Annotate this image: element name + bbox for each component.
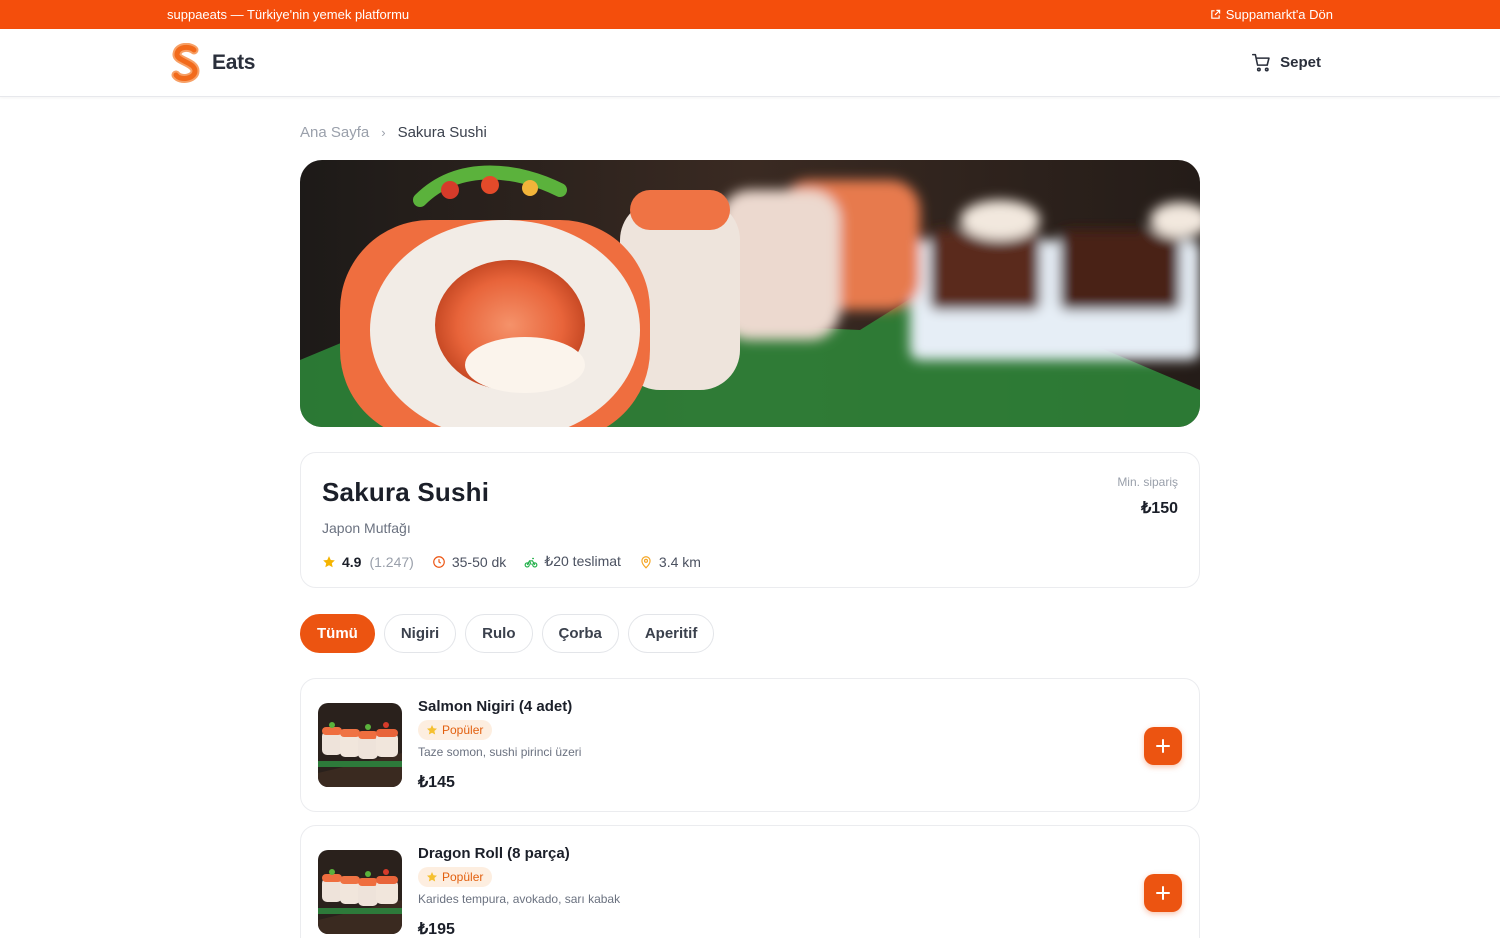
main-content: Ana Sayfa › Sakura Sushi Sakura Sushi Ja…: [300, 97, 1200, 938]
tab-aperitif[interactable]: Aperitif: [627, 614, 715, 653]
chevron-right-icon: ›: [381, 124, 386, 140]
tab-all[interactable]: Tümü: [300, 614, 375, 653]
brand-logo-link[interactable]: Eats: [170, 42, 256, 83]
restaurant-name: Sakura Sushi: [322, 477, 490, 507]
add-to-cart-button[interactable]: [1144, 874, 1182, 912]
menu-item-image: [318, 850, 402, 934]
popular-badge: Popüler: [418, 720, 493, 740]
back-link-label: Suppamarkt'a Dön: [1225, 7, 1333, 22]
external-link-icon: [1210, 9, 1220, 19]
star-icon: [427, 872, 437, 882]
menu-list: Salmon Nigiri (4 adet) Popüler Taze somo…: [300, 678, 1200, 938]
menu-item-image: [318, 703, 402, 787]
rating-value: 4.9: [342, 553, 362, 570]
cart-button[interactable]: Sepet: [1251, 52, 1321, 73]
plus-icon: [1156, 886, 1170, 900]
back-to-suppamarkt-link[interactable]: Suppamarkt'a Dön: [1210, 7, 1333, 22]
breadcrumb: Ana Sayfa › Sakura Sushi: [300, 97, 1200, 167]
clock-icon: [432, 555, 445, 568]
star-icon: [323, 555, 335, 567]
tab-corba[interactable]: Çorba: [541, 614, 619, 653]
breadcrumb-current: Sakura Sushi: [397, 123, 487, 141]
min-order-label: Min. sipariş: [1117, 475, 1178, 489]
menu-item-description: Karides tempura, avokado, sarı kabak: [418, 892, 621, 906]
restaurant-cuisine: Japon Mutfağı: [322, 520, 411, 536]
menu-item-price: ₺145: [418, 774, 455, 791]
popular-badge: Popüler: [418, 867, 493, 887]
restaurant-hero-image: [300, 160, 1200, 427]
distance-info: 3.4 km: [639, 554, 701, 570]
badge-label: Popüler: [442, 870, 484, 884]
menu-item-details: Dragon Roll (8 parça) Popüler Karides te…: [418, 845, 620, 938]
delivery-fee-info: ₺20 teslimat: [524, 553, 621, 570]
menu-item-details: Salmon Nigiri (4 adet) Popüler Taze somo…: [418, 698, 581, 792]
menu-item-price: ₺195: [418, 921, 455, 938]
rating-count: (1.247): [369, 553, 414, 570]
delivery-fee: ₺20 teslimat: [544, 553, 621, 569]
category-tabs: Tümü Nigiri Rulo Çorba Aperitif: [300, 614, 1200, 653]
restaurant-meta: 4.9 (1.247) 35-50 dk ₺20 teslimat 3.4 km: [322, 553, 1178, 570]
min-order-value: ₺150: [1141, 500, 1178, 517]
add-to-cart-button[interactable]: [1144, 727, 1182, 765]
top-announcement-bar: suppaeats — Türkiye'nin yemek platformu …: [0, 0, 1500, 29]
restaurant-info-card: Sakura Sushi Japon Mutfağı 4.9 (1.247) 3…: [300, 452, 1200, 588]
star-icon: [427, 725, 437, 735]
map-pin-icon: [641, 555, 651, 569]
cart-icon: [1252, 53, 1270, 72]
site-header: Eats Sepet: [0, 29, 1500, 97]
menu-item-name: Dragon Roll (8 parça): [418, 845, 570, 862]
distance: 3.4 km: [658, 553, 701, 570]
badge-label: Popüler: [442, 723, 484, 737]
bike-icon: [524, 557, 538, 568]
cart-label: Sepet: [1280, 54, 1321, 71]
min-order: Min. sipariş ₺150: [1117, 475, 1178, 518]
delivery-time-info: 35-50 dk: [432, 554, 506, 570]
menu-item-name: Salmon Nigiri (4 adet): [418, 698, 573, 715]
suppa-s-logo-icon: [171, 42, 200, 83]
plus-icon: [1156, 739, 1170, 753]
breadcrumb-home-link[interactable]: Ana Sayfa: [300, 124, 369, 141]
tab-rulo[interactable]: Rulo: [465, 614, 533, 653]
rating-info: 4.9 (1.247): [322, 554, 414, 570]
menu-item[interactable]: Dragon Roll (8 parça) Popüler Karides te…: [300, 825, 1200, 938]
tab-nigiri[interactable]: Nigiri: [383, 614, 457, 653]
delivery-time: 35-50 dk: [451, 553, 507, 570]
menu-item-description: Taze somon, sushi pirinci üzeri: [418, 745, 582, 759]
platform-tagline: suppaeats — Türkiye'nin yemek platformu: [167, 7, 410, 22]
menu-item[interactable]: Salmon Nigiri (4 adet) Popüler Taze somo…: [300, 678, 1200, 812]
brand-name: Eats: [212, 50, 256, 74]
